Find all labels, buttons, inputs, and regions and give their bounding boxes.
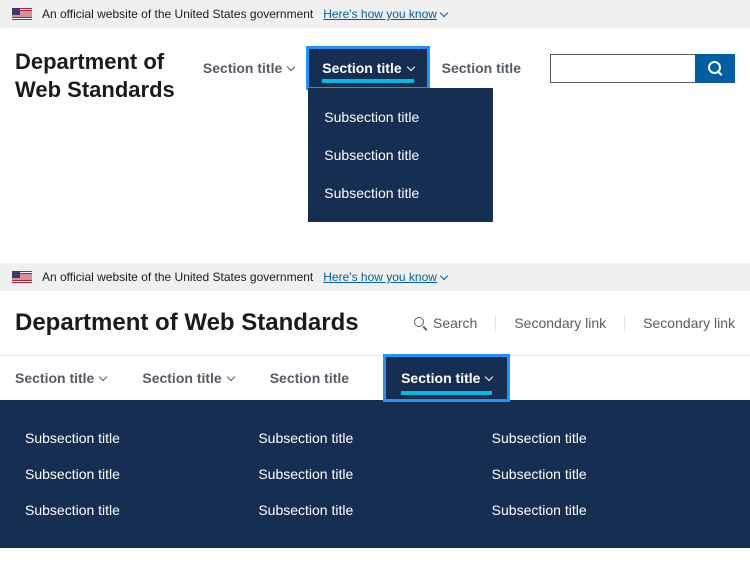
banner-toggle[interactable]: Here's how you know [323, 7, 447, 21]
chevron-down-icon [99, 373, 107, 381]
nav-label: Section title [15, 370, 94, 386]
site-logo[interactable]: Department of Web Standards [15, 309, 359, 337]
nav-item-3[interactable]: Section title [428, 48, 535, 88]
logo-line-1: Department of [15, 48, 175, 76]
dropdown-item[interactable]: Subsection title [308, 136, 493, 174]
nav-label: Section title [270, 370, 349, 386]
header-right: Section title Section title Subsection t… [189, 48, 735, 88]
banner-text: An official website of the United States… [42, 7, 313, 21]
active-indicator [401, 391, 492, 395]
chevron-down-icon [287, 63, 295, 71]
mega-item[interactable]: Subsection title [25, 492, 258, 528]
active-indicator [322, 79, 413, 83]
mega-item[interactable]: Subsection title [25, 456, 258, 492]
nav-item[interactable]: Section title [270, 356, 365, 400]
nav-label: Section title [203, 60, 282, 76]
search-button[interactable] [695, 54, 735, 83]
banner-text: An official website of the United States… [42, 270, 313, 284]
gov-banner: An official website of the United States… [0, 263, 750, 291]
search-icon [414, 317, 427, 330]
mega-item[interactable]: Subsection title [258, 456, 491, 492]
search-input[interactable] [550, 54, 695, 83]
chevron-down-icon [406, 63, 414, 71]
mega-item[interactable]: Subsection title [492, 456, 725, 492]
mega-item[interactable]: Subsection title [258, 492, 491, 528]
mega-item[interactable]: Subsection title [25, 420, 258, 456]
logo-line-2: Web Standards [15, 76, 175, 104]
primary-nav: Section title Section title Section titl… [0, 356, 750, 400]
mega-item[interactable]: Subsection title [492, 420, 725, 456]
search-icon [708, 61, 722, 75]
banner-link-text: Here's how you know [323, 270, 437, 284]
header-extended: Department of Web Standards Search Secon… [0, 291, 750, 356]
site-logo[interactable]: Department of Web Standards [15, 48, 175, 103]
us-flag-icon [12, 271, 32, 283]
secondary-link[interactable]: Secondary link [496, 315, 625, 331]
nav-item[interactable]: Section title [15, 356, 122, 400]
search-label: Search [433, 315, 477, 331]
secondary-link[interactable]: Secondary link [625, 315, 735, 331]
nav-label: Section title [142, 370, 221, 386]
nav-item-2-active[interactable]: Section title Subsection title Subsectio… [308, 48, 427, 88]
nav-label: Section title [322, 60, 401, 76]
nav-item[interactable]: Section title [142, 356, 249, 400]
mega-item[interactable]: Subsection title [492, 492, 725, 528]
us-flag-icon [12, 8, 32, 20]
header-basic: Department of Web Standards Section titl… [0, 28, 750, 103]
chevron-down-icon [226, 373, 234, 381]
nav-item-active[interactable]: Section title [385, 356, 508, 400]
secondary-nav: Search Secondary link Secondary link [396, 315, 735, 331]
search-link[interactable]: Search [396, 315, 496, 331]
dropdown-item[interactable]: Subsection title [308, 98, 493, 136]
nav-label: Section title [401, 370, 480, 386]
chevron-down-icon [440, 272, 448, 280]
search-box [550, 54, 735, 83]
nav-item-1[interactable]: Section title [189, 48, 308, 88]
dropdown-item[interactable]: Subsection title [308, 174, 493, 212]
banner-link-text: Here's how you know [323, 7, 437, 21]
mega-item[interactable]: Subsection title [258, 420, 491, 456]
chevron-down-icon [440, 9, 448, 17]
gov-banner: An official website of the United States… [0, 0, 750, 28]
nav-label: Section title [442, 60, 521, 76]
chevron-down-icon [485, 373, 493, 381]
mega-menu: Subsection title Subsection title Subsec… [0, 400, 750, 548]
banner-toggle[interactable]: Here's how you know [323, 270, 447, 284]
dropdown-menu: Subsection title Subsection title Subsec… [308, 88, 493, 222]
